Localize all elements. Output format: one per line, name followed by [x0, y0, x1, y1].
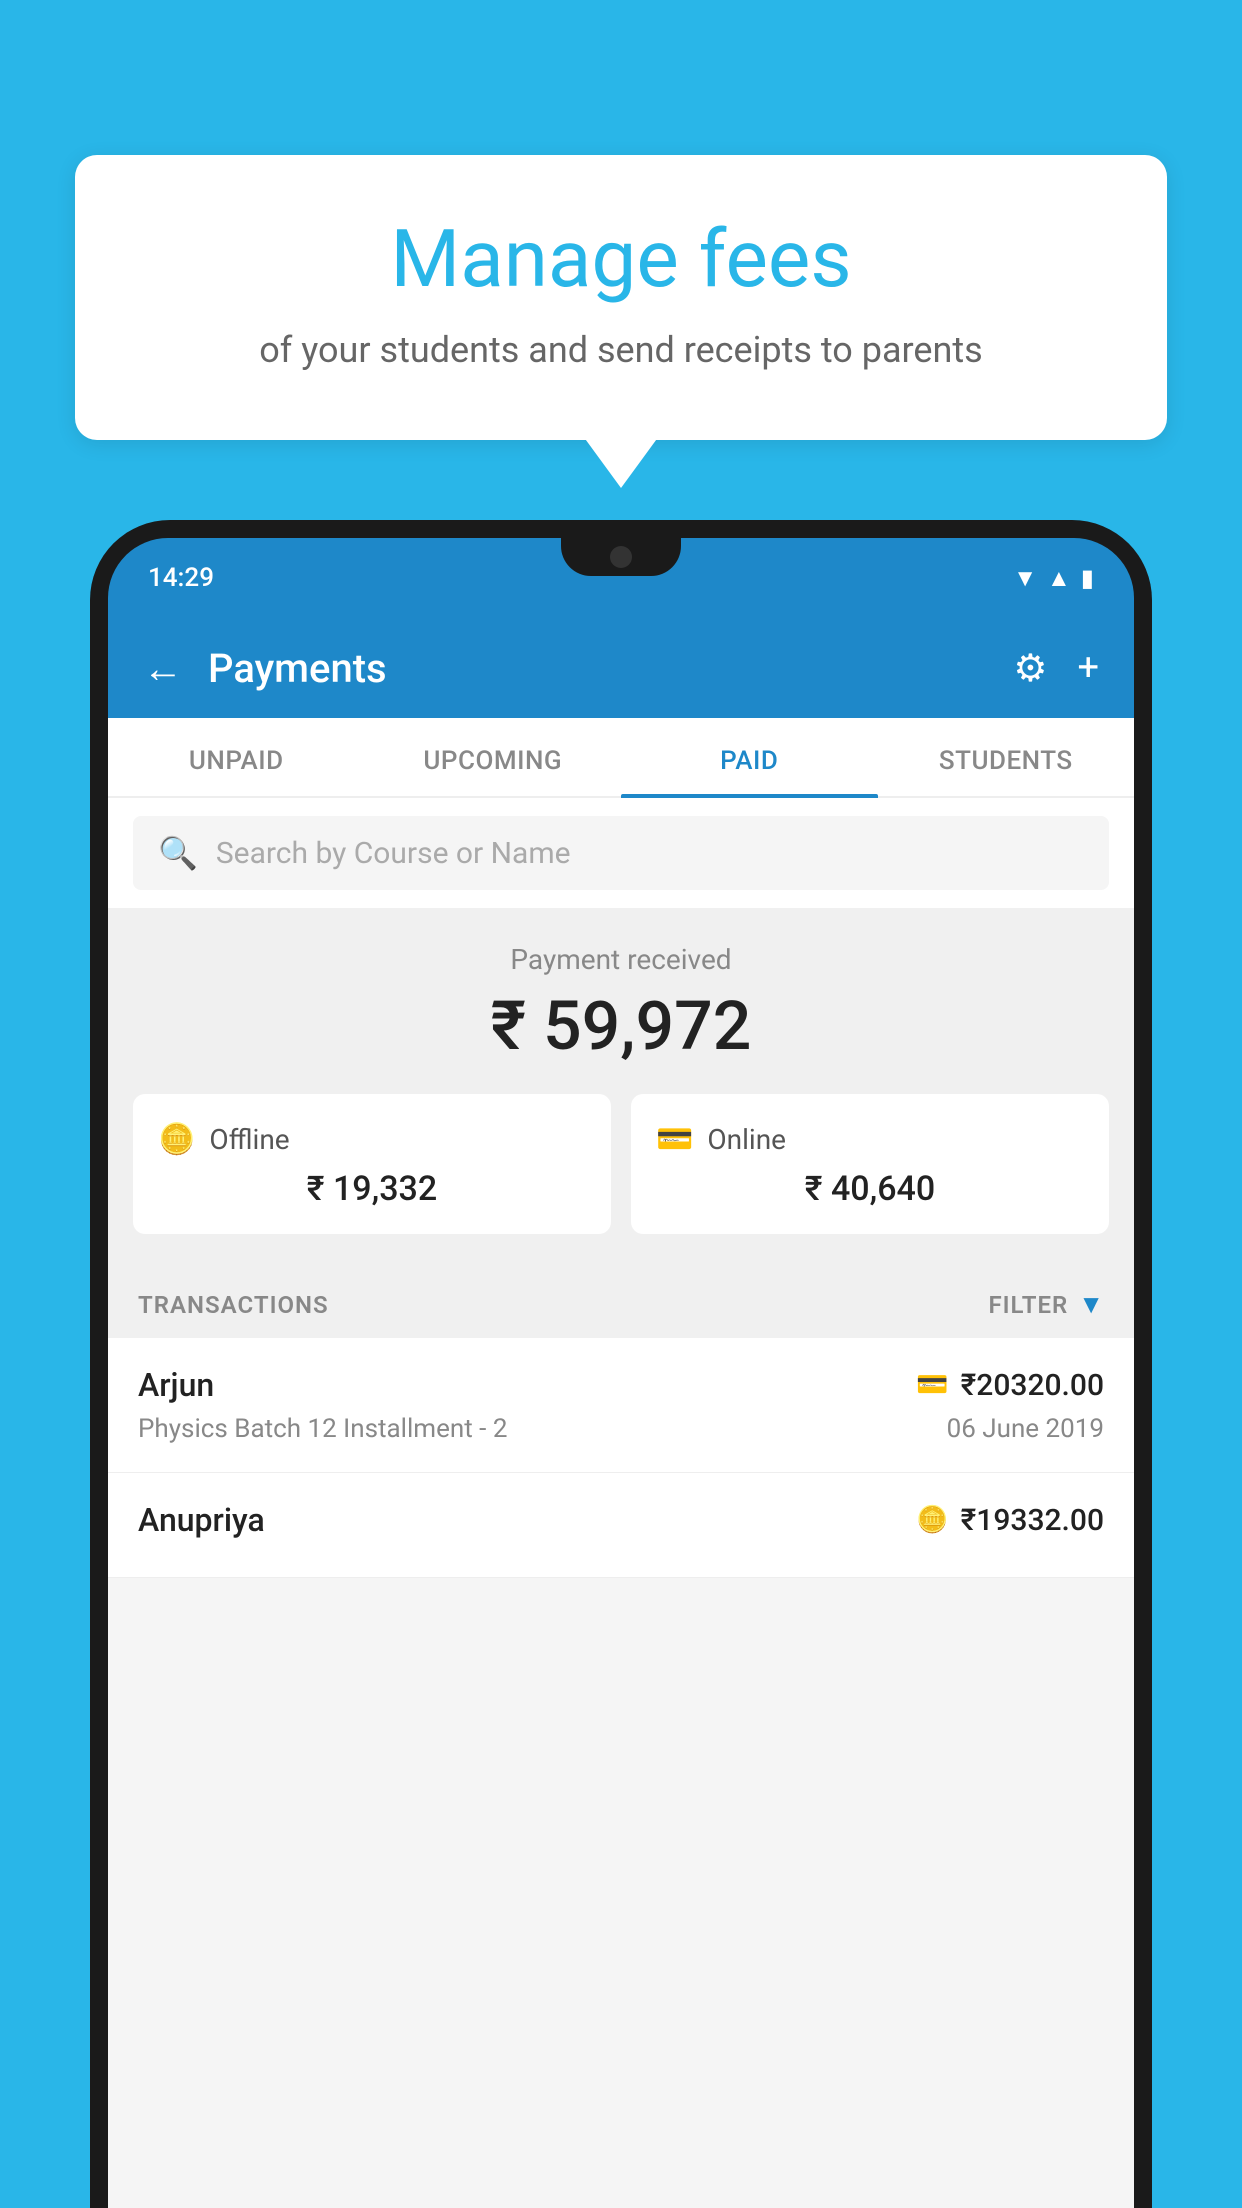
transactions-label: TRANSACTIONS	[138, 1291, 329, 1319]
search-container: 🔍 Search by Course or Name	[108, 798, 1134, 908]
transaction-top: Arjun 💳 ₹20320.00	[138, 1366, 1104, 1404]
transaction-detail: Physics Batch 12 Installment - 2	[138, 1414, 507, 1444]
tab-students[interactable]: STUDENTS	[878, 718, 1135, 796]
transaction-bottom: Physics Batch 12 Installment - 2 06 June…	[138, 1414, 1104, 1444]
offline-icon: 🪙	[158, 1122, 195, 1157]
transaction-name: Anupriya	[138, 1501, 265, 1539]
transaction-amount-container: 💳 ₹20320.00	[916, 1368, 1104, 1403]
offline-payment-icon: 🪙	[916, 1505, 948, 1535]
camera	[610, 546, 632, 568]
online-card-header: 💳 Online	[656, 1122, 1084, 1157]
phone-wrapper: 14:29 ▼ ▲ ▮ ← Payments ⚙ + UNPAID UPCOM	[90, 520, 1152, 2208]
transactions-header: TRANSACTIONS FILTER ▼	[108, 1264, 1134, 1338]
bubble-title: Manage fees	[155, 215, 1087, 303]
online-amount: ₹ 40,640	[656, 1169, 1084, 1209]
payment-total-amount: ₹ 59,972	[108, 986, 1134, 1066]
settings-icon[interactable]: ⚙	[1013, 646, 1047, 691]
battery-icon: ▮	[1081, 564, 1094, 592]
app-bar: ← Payments ⚙ +	[108, 618, 1134, 718]
payment-cards: 🪙 Offline ₹ 19,332 💳 Online ₹ 40,640	[108, 1094, 1134, 1234]
table-row[interactable]: Arjun 💳 ₹20320.00 Physics Batch 12 Insta…	[108, 1338, 1134, 1473]
search-placeholder: Search by Course or Name	[216, 836, 571, 871]
offline-card-header: 🪙 Offline	[158, 1122, 586, 1157]
online-label: Online	[707, 1123, 786, 1156]
transaction-name: Arjun	[138, 1366, 214, 1404]
app-bar-title: Payments	[208, 645, 988, 692]
filter-icon: ▼	[1078, 1289, 1104, 1320]
status-time: 14:29	[148, 563, 214, 593]
app-bar-actions: ⚙ +	[1013, 646, 1099, 691]
signal-icon: ▲	[1047, 564, 1071, 593]
search-bar[interactable]: 🔍 Search by Course or Name	[133, 816, 1109, 890]
transaction-amount: ₹20320.00	[961, 1368, 1104, 1403]
tab-unpaid[interactable]: UNPAID	[108, 718, 365, 796]
phone-screen: ← Payments ⚙ + UNPAID UPCOMING PAID STUD…	[108, 618, 1134, 2208]
online-icon: 💳	[656, 1122, 693, 1157]
offline-card: 🪙 Offline ₹ 19,332	[133, 1094, 611, 1234]
transaction-top: Anupriya 🪙 ₹19332.00	[138, 1501, 1104, 1539]
filter-label: FILTER	[988, 1291, 1068, 1319]
wifi-icon: ▼	[1013, 564, 1037, 593]
tabs-bar: UNPAID UPCOMING PAID STUDENTS	[108, 718, 1134, 798]
offline-label: Offline	[209, 1123, 289, 1156]
bubble-subtitle: of your students and send receipts to pa…	[155, 325, 1087, 375]
payment-received-label: Payment received	[108, 943, 1134, 976]
card-icon: 💳	[916, 1370, 948, 1400]
back-button[interactable]: ←	[143, 645, 183, 692]
search-icon: 🔍	[158, 834, 198, 872]
payment-summary: Payment received ₹ 59,972 🪙 Offline ₹ 19…	[108, 908, 1134, 1264]
transaction-amount: ₹19332.00	[961, 1503, 1104, 1538]
notch	[561, 538, 681, 576]
transaction-amount-container: 🪙 ₹19332.00	[916, 1503, 1104, 1538]
transaction-date: 06 June 2019	[947, 1414, 1104, 1444]
speech-bubble-container: Manage fees of your students and send re…	[75, 155, 1167, 440]
status-bar: 14:29 ▼ ▲ ▮	[108, 538, 1134, 618]
offline-amount: ₹ 19,332	[158, 1169, 586, 1209]
online-card: 💳 Online ₹ 40,640	[631, 1094, 1109, 1234]
status-icons: ▼ ▲ ▮	[1013, 564, 1094, 593]
add-icon[interactable]: +	[1077, 646, 1099, 690]
table-row[interactable]: Anupriya 🪙 ₹19332.00	[108, 1473, 1134, 1578]
filter-container[interactable]: FILTER ▼	[988, 1289, 1104, 1320]
phone-outer: 14:29 ▼ ▲ ▮ ← Payments ⚙ + UNPAID UPCOM	[90, 520, 1152, 2208]
tab-paid[interactable]: PAID	[621, 718, 878, 796]
speech-bubble: Manage fees of your students and send re…	[75, 155, 1167, 440]
tab-upcoming[interactable]: UPCOMING	[365, 718, 622, 796]
